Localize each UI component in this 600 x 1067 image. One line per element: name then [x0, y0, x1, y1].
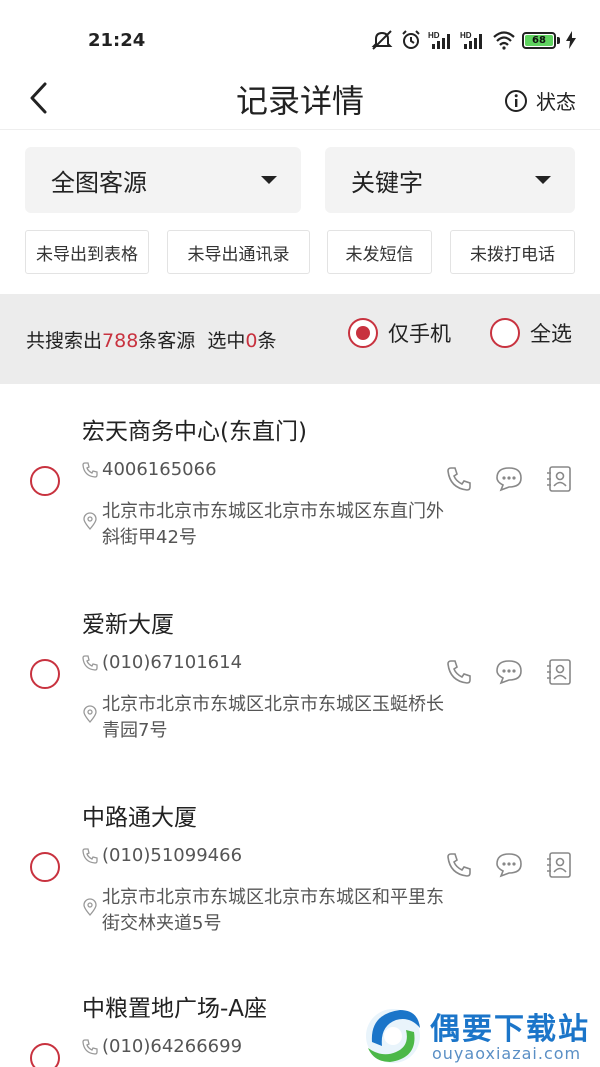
record-address-row: 北京市北京市东城区北京市东城区玉蜓桥长青园7号: [82, 692, 452, 744]
record-select-radio[interactable]: [30, 1043, 60, 1067]
record-phone: 4006165066: [102, 459, 217, 480]
phone-only-option[interactable]: 仅手机: [348, 318, 451, 348]
info-icon: [505, 89, 527, 112]
location-small-icon: [83, 512, 97, 530]
svg-text:HD: HD: [460, 31, 472, 40]
list-item: 中路通大厦 (010)51099466 北京市北京市东城区北京市东城区和平里东街…: [0, 770, 600, 963]
record-name: 爱新大厦: [82, 612, 174, 638]
search-summary-text: 共搜索出788条客源 选中0条: [26, 330, 277, 352]
sms-button[interactable]: [494, 850, 524, 880]
sms-button[interactable]: [494, 657, 524, 687]
record-address: 北京市北京市东城区北京市东城区和平里东街交林夹道5号: [102, 887, 444, 934]
add-contact-button[interactable]: [544, 464, 574, 494]
caret-down-icon: [261, 176, 277, 184]
signal-icon-2: HD: [460, 30, 486, 50]
call-button[interactable]: [444, 657, 474, 687]
phone-small-icon: [82, 654, 98, 671]
result-count: 788: [102, 330, 139, 352]
record-phone-row: 4006165066: [82, 459, 217, 480]
filter-no-sms[interactable]: 未发短信: [327, 230, 432, 274]
radio-checked-icon: [348, 318, 378, 348]
watermark-url: ouyaoxiazai.com: [432, 1044, 582, 1063]
filter-not-called[interactable]: 未拨打电话: [450, 230, 575, 274]
filter-not-exported-contacts[interactable]: 未导出通讯录: [167, 230, 310, 274]
record-actions: [444, 464, 574, 494]
radio-unchecked-icon: [490, 318, 520, 348]
wifi-icon: [492, 30, 516, 50]
phone-small-icon: [82, 461, 98, 478]
status-bar: 21:24 HD HD 68: [0, 0, 600, 70]
message-icon: [496, 660, 522, 685]
charging-icon: [566, 31, 576, 49]
record-actions: [444, 850, 574, 880]
phone-small-icon: [82, 847, 98, 864]
filter-not-exported-table[interactable]: 未导出到表格: [25, 230, 149, 274]
phone-only-label: 仅手机: [388, 322, 451, 346]
select-all-option[interactable]: 全选: [490, 318, 572, 348]
record-address-row: 北京市北京市东城区北京市东城区和平里东街交林夹道5号: [82, 885, 452, 937]
contact-card-icon: [547, 852, 571, 878]
list-item: 爱新大厦 (010)67101614 北京市北京市东城区北京市东城区玉蜓桥长青园…: [0, 577, 600, 770]
source-scope-label: 全图客源: [51, 168, 147, 197]
add-contact-button[interactable]: [544, 657, 574, 687]
caret-down-icon: [535, 176, 551, 184]
record-address: 北京市北京市东城区北京市东城区东直门外斜街甲42号: [102, 501, 444, 548]
watermark-swirl-icon: [366, 1009, 420, 1063]
status-icons: HD HD 68: [370, 29, 576, 51]
record-phone: (010)67101614: [102, 652, 243, 673]
status-button-label: 状态: [536, 90, 576, 114]
contact-card-icon: [547, 466, 571, 492]
selected-count: 0: [245, 330, 258, 352]
phone-icon: [447, 467, 471, 491]
battery-icon: 68: [522, 31, 560, 49]
mute-icon: [370, 29, 394, 51]
app-header: 记录详情 状态: [0, 70, 600, 130]
record-select-radio[interactable]: [30, 852, 60, 882]
call-button[interactable]: [444, 464, 474, 494]
phone-icon: [447, 853, 471, 877]
signal-icon: HD: [428, 30, 454, 50]
add-contact-button[interactable]: [544, 850, 574, 880]
watermark-logo: 偶要下载站 ouyaoxiazai.com: [360, 1002, 600, 1067]
source-scope-dropdown[interactable]: 全图客源: [25, 147, 301, 213]
record-phone: (010)64266699: [102, 1036, 243, 1057]
record-name: 中粮置地广场-A座: [82, 996, 268, 1022]
record-phone-row: (010)51099466: [82, 845, 242, 866]
contact-card-icon: [547, 659, 571, 685]
record-phone-row: (010)67101614: [82, 652, 242, 673]
keyword-dropdown[interactable]: 关键字: [325, 147, 575, 213]
record-address-row: 北京市北京市东城区北京市东城区东直门外斜街甲42号: [82, 499, 452, 551]
phone-small-icon: [82, 1038, 98, 1055]
record-name: 中路通大厦: [82, 805, 197, 831]
select-all-label: 全选: [530, 322, 572, 346]
record-select-radio[interactable]: [30, 659, 60, 689]
record-select-radio[interactable]: [30, 466, 60, 496]
keyword-label: 关键字: [351, 168, 423, 197]
status-time: 21:24: [88, 30, 146, 51]
record-phone: (010)51099466: [102, 845, 243, 866]
call-button[interactable]: [444, 850, 474, 880]
message-icon: [496, 467, 522, 492]
alarm-icon: [400, 29, 422, 51]
location-small-icon: [83, 898, 97, 916]
record-address: 北京市北京市东城区北京市东城区玉蜓桥长青园7号: [102, 694, 444, 741]
list-item: 宏天商务中心(东直门) 4006165066 北京市北京市东城区北京市东城区东直…: [0, 384, 600, 577]
search-summary-bar: 共搜索出788条客源 选中0条 仅手机 全选: [0, 294, 600, 384]
message-icon: [496, 853, 522, 878]
record-name: 宏天商务中心(东直门): [82, 419, 307, 445]
location-small-icon: [83, 705, 97, 723]
watermark-brand: 偶要下载站: [430, 1012, 590, 1047]
sms-button[interactable]: [494, 464, 524, 494]
record-phone-row: (010)64266699: [82, 1036, 242, 1057]
record-actions: [444, 657, 574, 687]
svg-text:HD: HD: [428, 31, 440, 40]
battery-level: 68: [525, 34, 553, 46]
status-button[interactable]: 状态: [504, 86, 576, 115]
phone-icon: [447, 660, 471, 684]
